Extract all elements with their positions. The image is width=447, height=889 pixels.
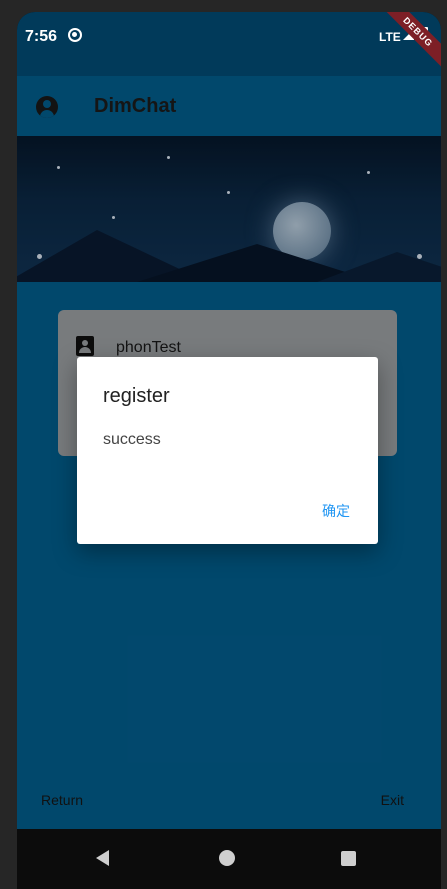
sync-icon — [68, 28, 82, 42]
register-dialog: register success 确定 — [77, 357, 378, 544]
bottom-bar: Return Exit — [17, 775, 441, 829]
screen: 7:56 LTE DEBUG DimChat phonTest Return E… — [17, 12, 441, 889]
navigation-bar — [17, 829, 441, 889]
recents-icon[interactable] — [341, 851, 356, 866]
dialog-title: register — [103, 385, 170, 407]
confirm-button[interactable]: 确定 — [322, 501, 350, 521]
home-icon[interactable] — [219, 850, 235, 866]
phone-frame: 7:56 LTE DEBUG DimChat phonTest Return E… — [0, 0, 447, 889]
back-icon[interactable] — [96, 850, 109, 866]
return-button[interactable]: Return — [41, 792, 83, 808]
status-bar: 7:56 LTE DEBUG — [17, 12, 441, 76]
dialog-message: success — [103, 431, 161, 448]
exit-button[interactable]: Exit — [381, 792, 404, 808]
status-time: 7:56 — [25, 28, 58, 45]
network-type: LTE — [379, 30, 401, 44]
